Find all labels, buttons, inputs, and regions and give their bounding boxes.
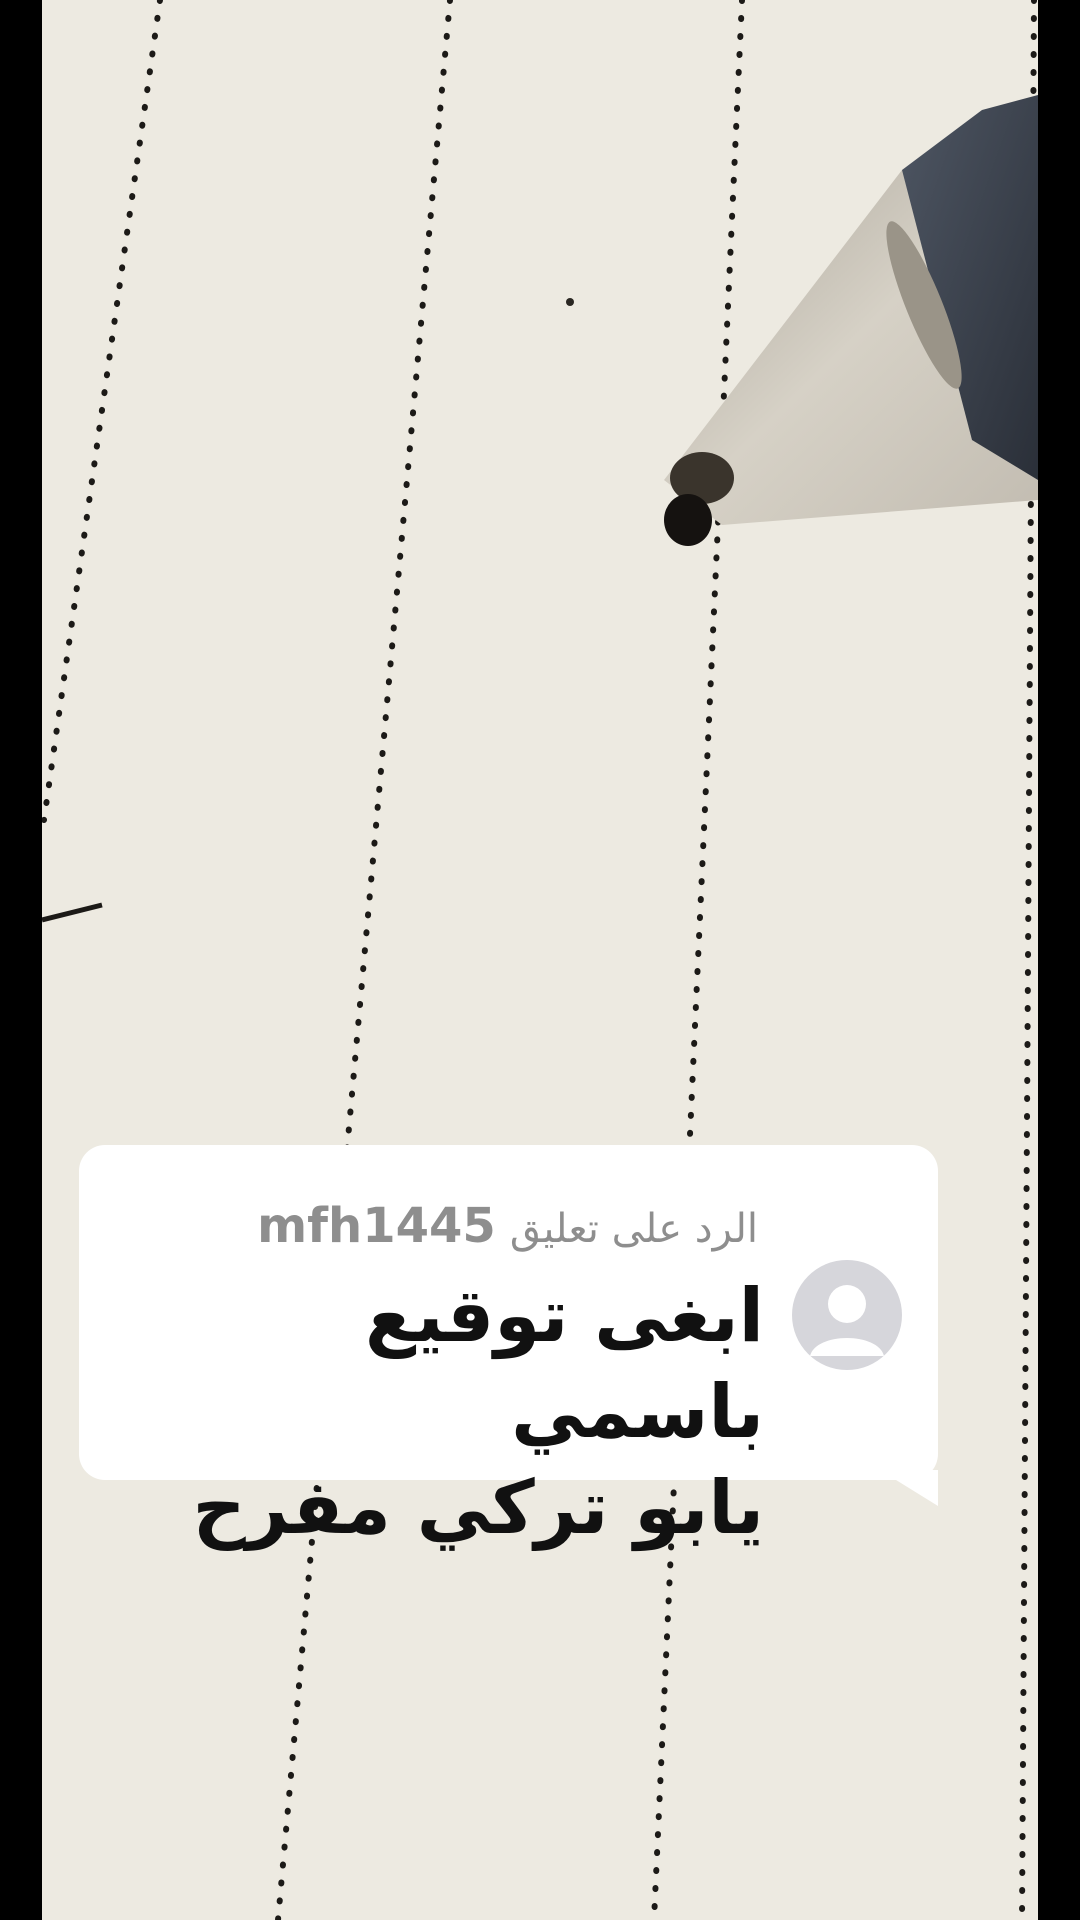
video-frame[interactable] — [42, 0, 1038, 1920]
reply-username[interactable]: mfh1445 — [257, 1198, 496, 1254]
comment-text: ابغى توقيع باسمي يابو تركي مفرح — [124, 1268, 764, 1556]
comment-line-1: ابغى توقيع باسمي — [365, 1273, 764, 1455]
default-user-avatar-icon[interactable] — [792, 1260, 902, 1370]
reply-prefix-label: الرد على تعليق — [509, 1206, 758, 1252]
pen-image — [664, 95, 1038, 546]
comment-line-2: يابو تركي مفرح — [192, 1465, 764, 1551]
reply-header: الرد على تعليق mfh1445 — [257, 1198, 758, 1254]
